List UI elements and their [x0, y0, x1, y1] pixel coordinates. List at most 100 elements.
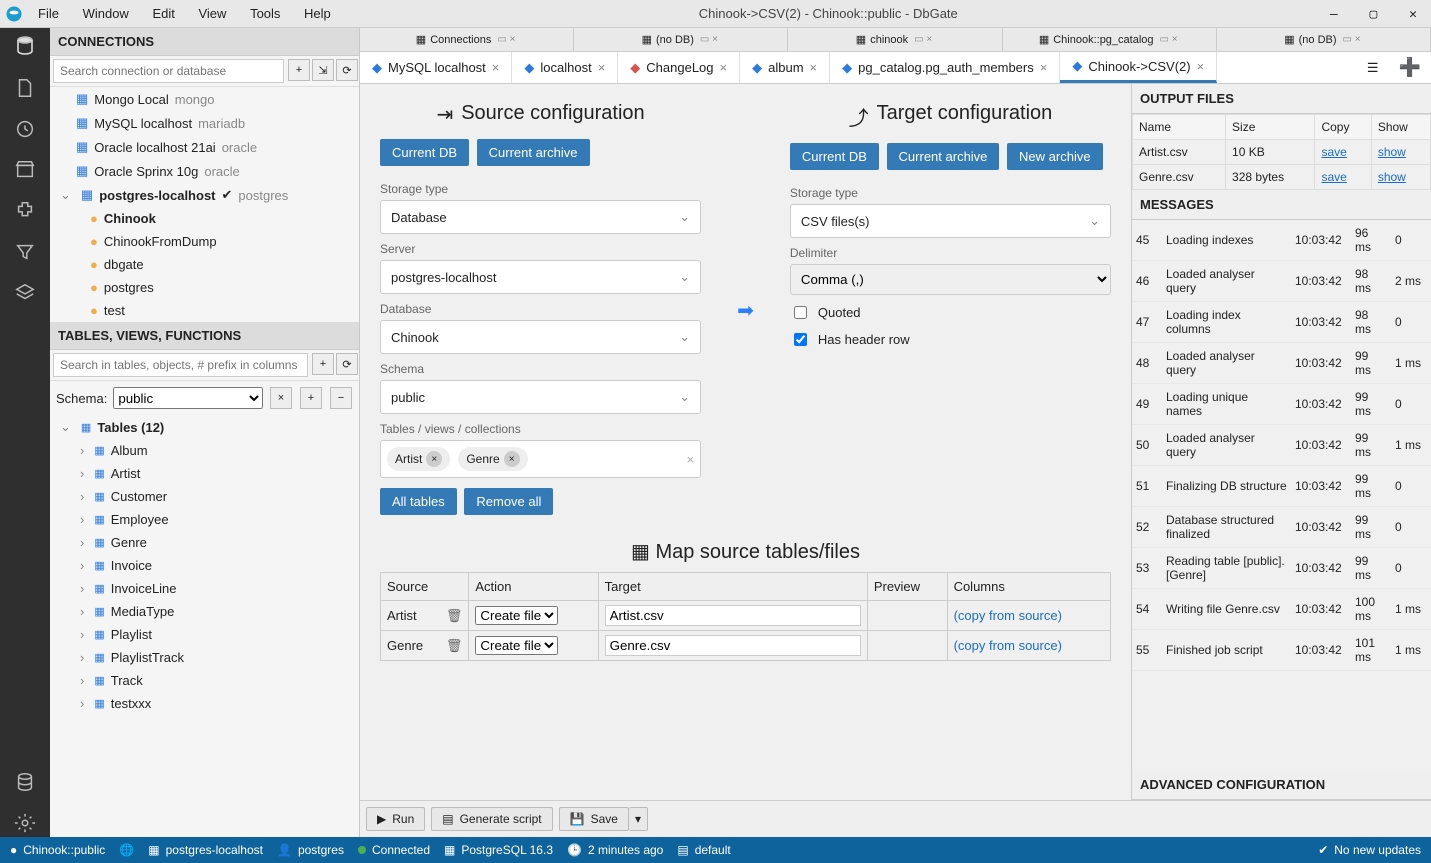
status-user[interactable]: 👤 postgres — [277, 843, 344, 857]
editor-tab[interactable]: ◆album× — [740, 52, 830, 83]
run-button[interactable]: ▶ Run — [366, 807, 425, 831]
source-current-db-button[interactable]: Current DB — [380, 139, 469, 166]
db-tab[interactable]: ▦Connections▭ × — [360, 28, 574, 51]
close-icon[interactable]: ▭ × — [495, 34, 517, 45]
delete-row-icon[interactable]: 🗑 — [446, 638, 463, 654]
connection-item[interactable]: ▦MySQL localhost mariadb — [50, 111, 359, 135]
close-icon[interactable]: × — [1197, 59, 1205, 74]
copy-from-source-link[interactable]: (copy from source) — [954, 608, 1062, 623]
window-close-icon[interactable]: ✕ — [1395, 7, 1431, 22]
schema-remove-button[interactable]: − — [330, 387, 352, 409]
editor-tab[interactable]: ◆ChangeLog× — [618, 52, 740, 83]
save-dropdown-button[interactable]: ▾ — [629, 807, 648, 831]
generate-script-button[interactable]: ▤ Generate script — [431, 807, 552, 831]
map-target-input[interactable] — [605, 635, 861, 656]
schema-select[interactable]: public — [113, 387, 263, 409]
new-tab-button[interactable]: ➕ — [1389, 52, 1431, 83]
target-current-db-button[interactable]: Current DB — [790, 143, 879, 170]
tables-group[interactable]: ▦Tables (12) — [50, 415, 359, 439]
window-minimize-icon[interactable]: — — [1316, 7, 1352, 22]
chip-remove-icon[interactable]: × — [426, 451, 442, 467]
table-item[interactable]: ▦Track — [50, 669, 359, 692]
close-icon[interactable]: × — [1040, 60, 1048, 75]
editor-tab[interactable]: ◆MySQL localhost× — [360, 52, 512, 83]
output-show-link[interactable]: show — [1378, 145, 1406, 159]
table-item[interactable]: ▦PlaylistTrack — [50, 646, 359, 669]
delete-row-icon[interactable]: 🗑 — [446, 608, 463, 624]
table-item[interactable]: ▦MediaType — [50, 600, 359, 623]
database-item[interactable]: ●dbgate — [50, 253, 359, 276]
editor-tab[interactable]: ◆Chinook->CSV(2)× — [1060, 52, 1217, 83]
table-item[interactable]: ▦Employee — [50, 508, 359, 531]
close-icon[interactable]: × — [598, 60, 606, 75]
output-save-link[interactable]: save — [1321, 145, 1346, 159]
all-tables-button[interactable]: All tables — [380, 488, 457, 515]
chip-remove-icon[interactable]: × — [504, 451, 520, 467]
source-server-select[interactable]: postgres-localhost — [380, 260, 701, 294]
menu-file[interactable]: File — [28, 2, 69, 25]
database-item[interactable]: ●ChinookFromDump — [50, 230, 359, 253]
rail-file-icon[interactable] — [14, 77, 36, 102]
close-icon[interactable]: × — [720, 60, 728, 75]
add-connection-button[interactable]: + — [288, 59, 310, 81]
target-new-archive-button[interactable]: New archive — [1007, 143, 1103, 170]
header-row-checkbox[interactable] — [794, 333, 807, 346]
table-item[interactable]: ▦Playlist — [50, 623, 359, 646]
menu-tools[interactable]: Tools — [240, 2, 290, 25]
table-item[interactable]: ▦Invoice — [50, 554, 359, 577]
save-button[interactable]: 💾 Save — [559, 807, 629, 831]
table-item[interactable]: ▦InvoiceLine — [50, 577, 359, 600]
close-icon[interactable]: ▭ × — [1158, 34, 1180, 45]
rail-database-icon[interactable] — [13, 34, 37, 61]
table-item[interactable]: ▦Customer — [50, 485, 359, 508]
status-database[interactable]: ● Chinook::public — [10, 843, 105, 857]
table-item[interactable]: ▦Genre — [50, 531, 359, 554]
rail-history-icon[interactable] — [14, 118, 36, 143]
tvf-search-input[interactable] — [53, 353, 308, 377]
close-icon[interactable]: × — [492, 60, 500, 75]
db-tab[interactable]: ▦Chinook::pg_catalog▭ × — [1003, 28, 1217, 51]
source-database-select[interactable]: Chinook — [380, 320, 701, 354]
source-tables-chips[interactable]: Artist× Genre× × — [380, 440, 701, 478]
connection-item-expanded[interactable]: ▦postgres-localhost ✔ postgres — [50, 183, 359, 207]
db-tab[interactable]: ▦(no DB)▭ × — [574, 28, 788, 51]
refresh-connections-button[interactable]: ⟳ — [336, 59, 358, 81]
table-item[interactable]: ▦Album — [50, 439, 359, 462]
menu-view[interactable]: View — [188, 2, 236, 25]
rail-server-icon[interactable] — [14, 771, 36, 796]
database-item[interactable]: ●postgres — [50, 276, 359, 299]
output-save-link[interactable]: save — [1321, 170, 1346, 184]
status-globe-icon[interactable]: 🌐 — [119, 843, 134, 857]
rail-plugins-icon[interactable] — [14, 200, 36, 225]
connection-search-input[interactable] — [53, 59, 284, 83]
remove-all-button[interactable]: Remove all — [464, 488, 553, 515]
database-item[interactable]: ●test — [50, 299, 359, 322]
status-schema[interactable]: ▤ default — [677, 843, 730, 857]
target-storage-select[interactable]: CSV files(s) — [790, 204, 1111, 238]
target-current-archive-button[interactable]: Current archive — [887, 143, 1000, 170]
rail-layers-icon[interactable] — [14, 282, 36, 307]
rail-filter-icon[interactable] — [14, 241, 36, 266]
rail-settings-icon[interactable] — [14, 812, 36, 837]
tvf-add-button[interactable]: + — [312, 353, 334, 375]
tvf-refresh-button[interactable]: ⟳ — [336, 353, 358, 375]
status-updates[interactable]: ✔ No new updates — [1318, 843, 1421, 857]
map-action-select[interactable]: Create file — [475, 636, 558, 655]
advanced-config-header[interactable]: ADVANCED CONFIGURATION — [1132, 770, 1431, 800]
editor-tab[interactable]: ◆localhost× — [512, 52, 618, 83]
schema-add-button[interactable]: + — [300, 387, 322, 409]
chips-clear-icon[interactable]: × — [687, 452, 695, 467]
menu-help[interactable]: Help — [294, 2, 341, 25]
tab-list-icon[interactable]: ☰ — [1357, 52, 1389, 83]
db-tab[interactable]: ▦chinook▭ × — [788, 28, 1002, 51]
quoted-checkbox[interactable] — [794, 306, 807, 319]
source-storage-select[interactable]: Database — [380, 200, 701, 234]
close-icon[interactable]: ▭ × — [912, 34, 934, 45]
database-item[interactable]: ●Chinook — [50, 207, 359, 230]
output-show-link[interactable]: show — [1378, 170, 1406, 184]
editor-tab[interactable]: ◆pg_catalog.pg_auth_members× — [830, 52, 1060, 83]
db-tab[interactable]: ▦(no DB)▭ × — [1217, 28, 1431, 51]
status-connection[interactable]: ▦ postgres-localhost — [148, 843, 263, 857]
table-item[interactable]: ▦Artist — [50, 462, 359, 485]
menu-window[interactable]: Window — [73, 2, 139, 25]
